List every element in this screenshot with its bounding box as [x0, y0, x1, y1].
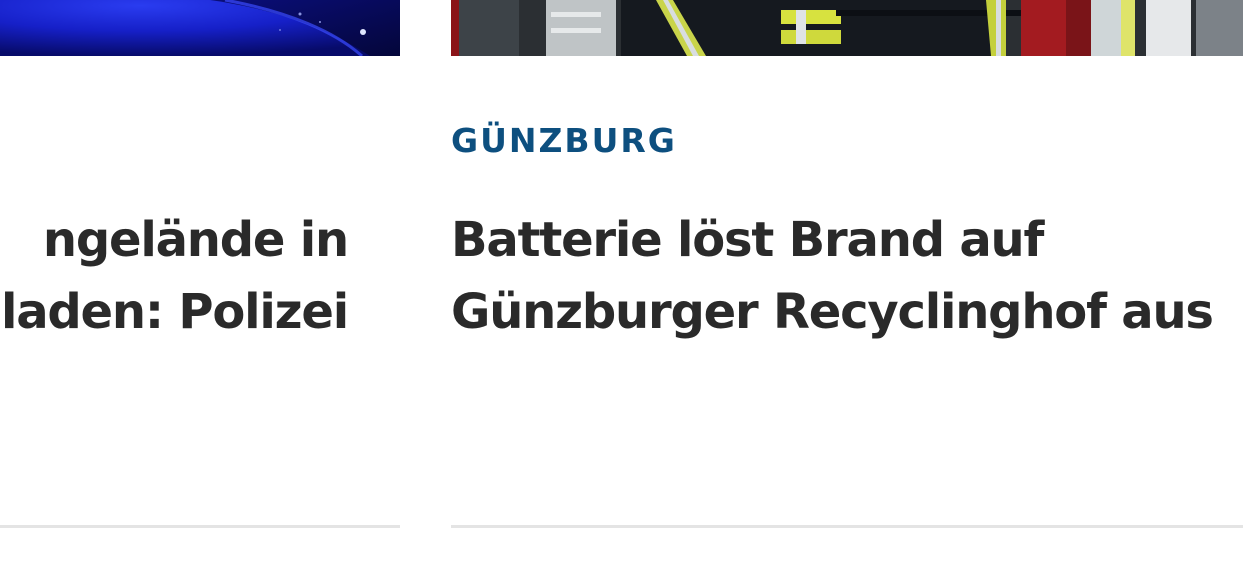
police-light-image[interactable]: [0, 0, 400, 56]
article-headline[interactable]: ngelände in eladen: Polizei: [0, 204, 349, 348]
article-card-right[interactable]: GÜNZBURG Batterie löst Brand auf Günzbur…: [451, 0, 1243, 565]
article-card-left[interactable]: ngelände in eladen: Polizei: [0, 0, 400, 565]
article-headline[interactable]: Batterie löst Brand auf Günzburger Recyc…: [451, 204, 1214, 348]
article-kicker[interactable]: GÜNZBURG: [451, 121, 677, 161]
firefighter-image[interactable]: [451, 0, 1243, 56]
card-divider: [0, 525, 400, 528]
card-divider: [451, 525, 1243, 528]
